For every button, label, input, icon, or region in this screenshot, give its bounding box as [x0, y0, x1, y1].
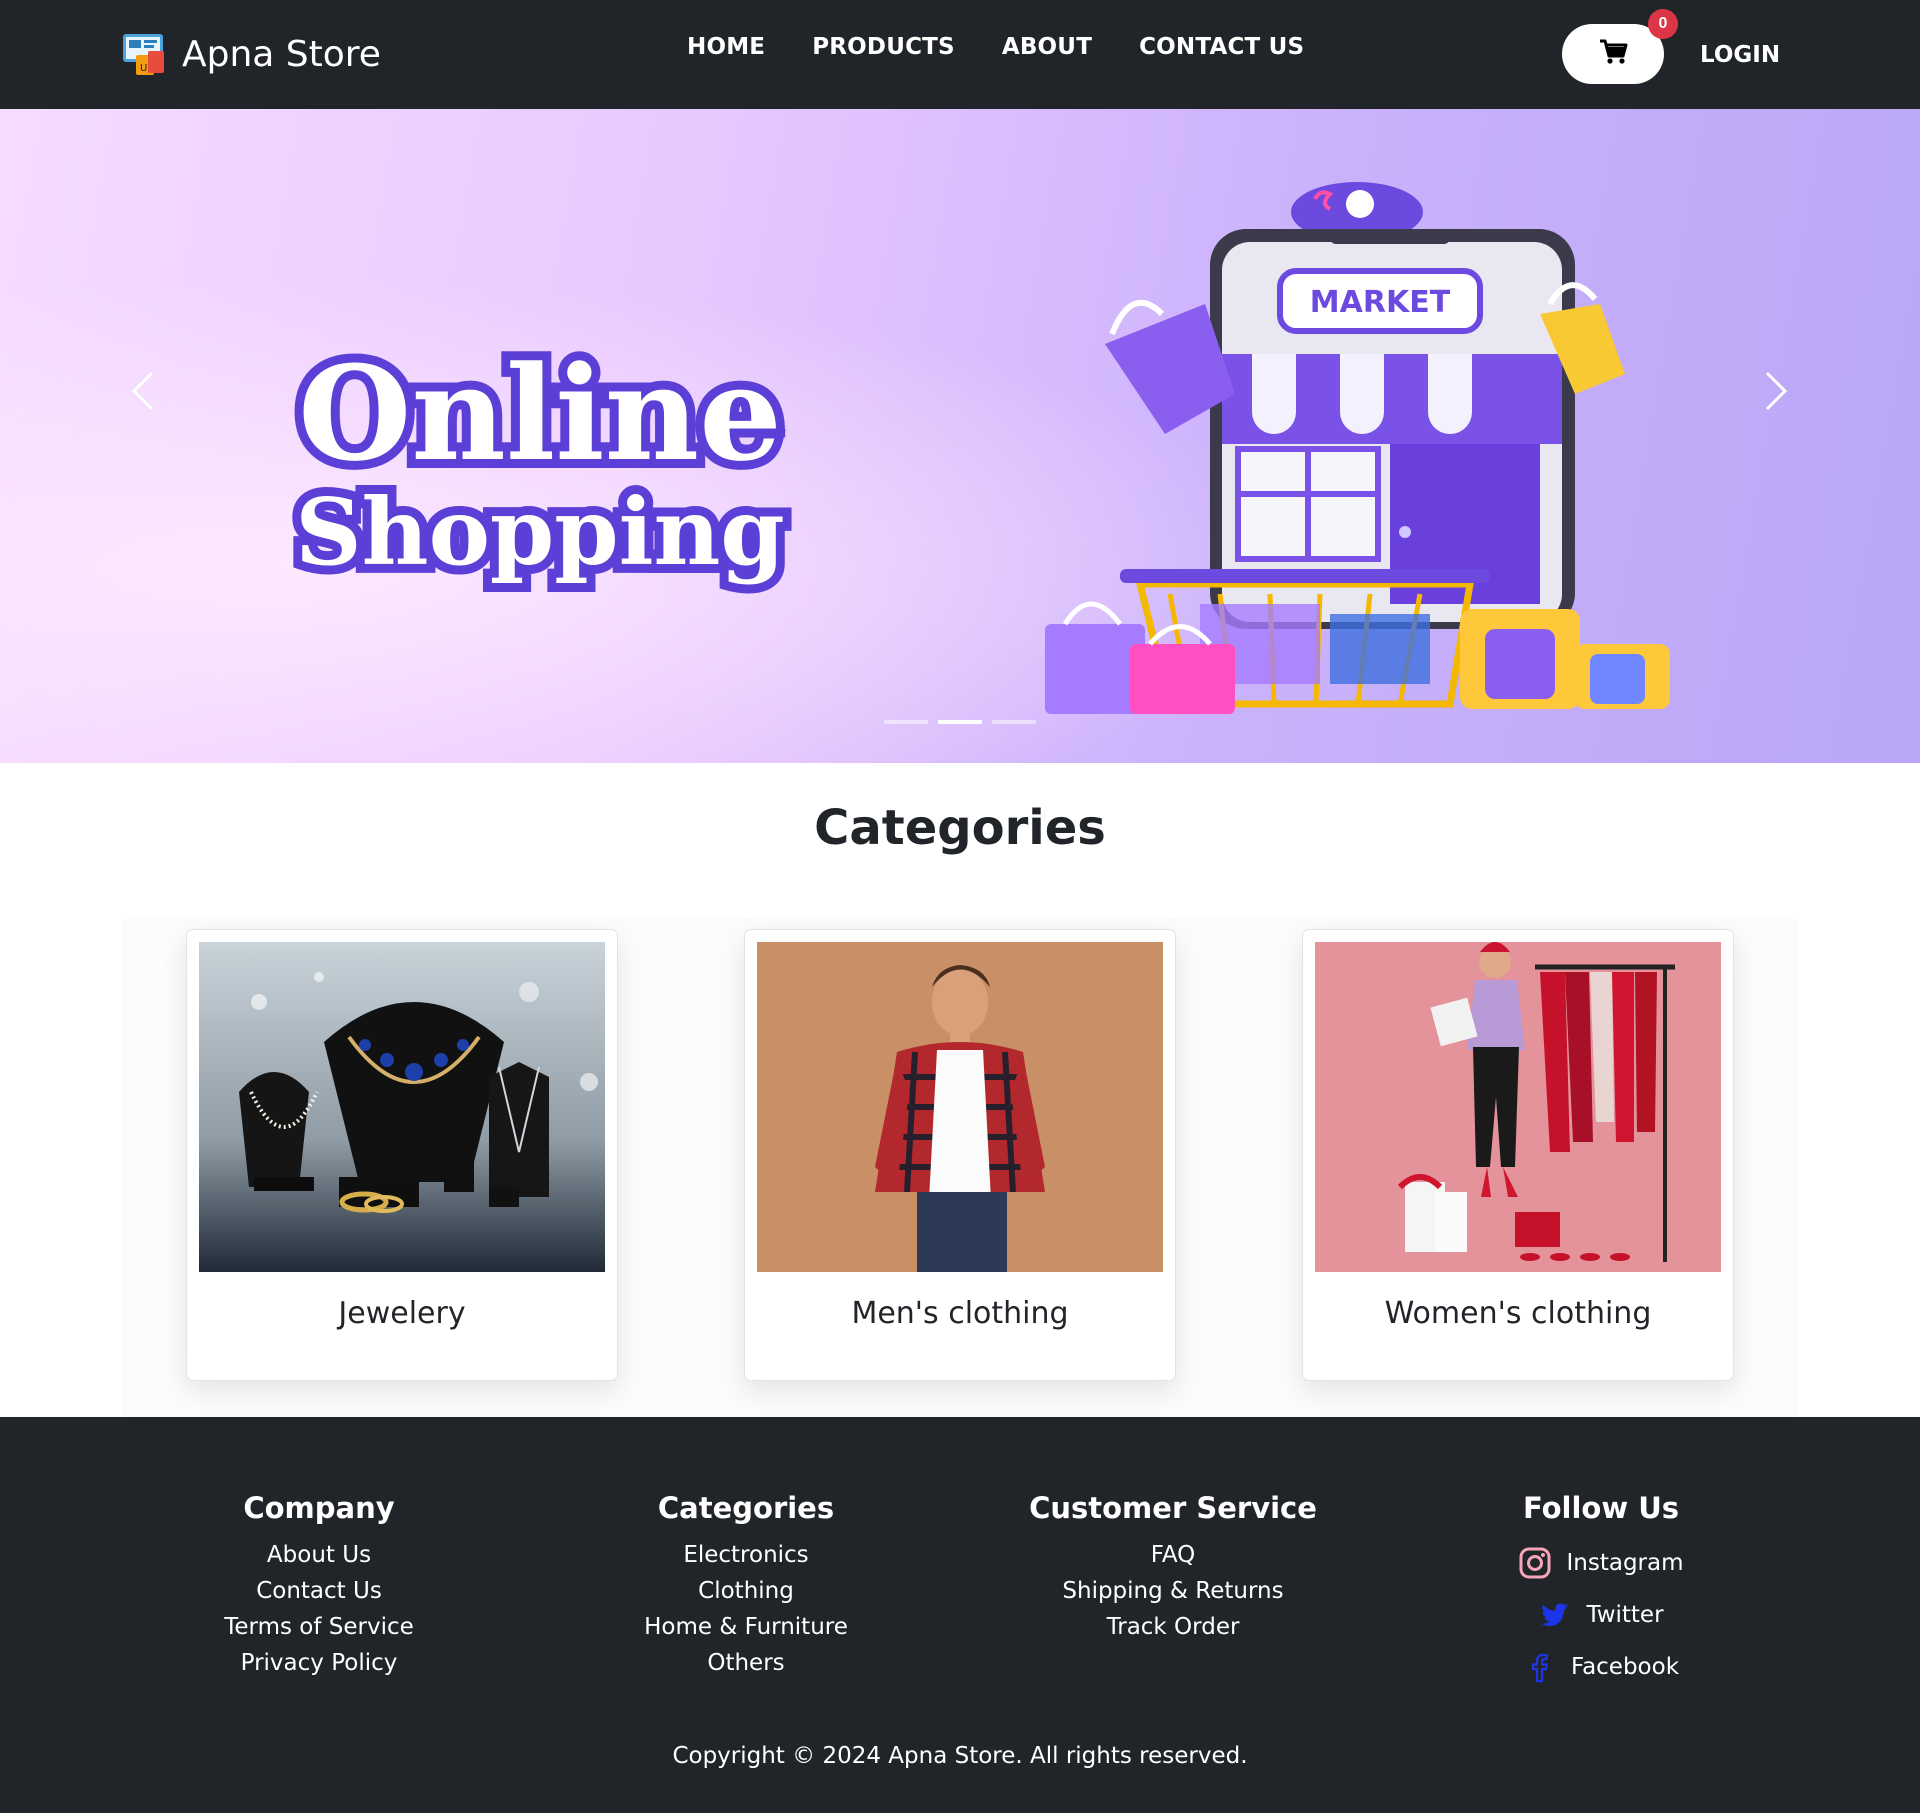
navbar: U Apna Store HOME PRODUCTS ABOUT CONTACT… [0, 0, 1920, 109]
footer-link-home-furniture[interactable]: Home & Furniture [556, 1609, 936, 1645]
social-link-instagram[interactable]: Instagram [1411, 1537, 1791, 1589]
footer-link-terms[interactable]: Terms of Service [129, 1609, 509, 1645]
hero-title-art: Online Shopping [286, 328, 794, 595]
footer-link-electronics[interactable]: Electronics [556, 1537, 936, 1573]
cart-count-badge: 0 [1648, 9, 1678, 39]
category-card-mens-clothing[interactable]: Men's clothing [744, 929, 1176, 1381]
nav-about[interactable]: ABOUT [1002, 34, 1092, 60]
footer-link-contact-us[interactable]: Contact Us [129, 1573, 509, 1609]
chevron-left-icon [131, 371, 154, 411]
footer-link-shipping-returns[interactable]: Shipping & Returns [983, 1573, 1363, 1609]
social-label: Instagram [1566, 1550, 1684, 1576]
footer: Company About Us Contact Us Terms of Ser… [0, 1417, 1920, 1813]
carousel-next-button[interactable] [1745, 361, 1805, 421]
carousel-indicators [884, 720, 1036, 724]
footer-follow-us: Follow Us Instagram Twitter Facebook [1411, 1491, 1791, 1693]
footer-customer-service: Customer Service FAQ Shipping & Returns … [983, 1491, 1363, 1645]
footer-company-title: Company [243, 1491, 395, 1525]
footer-service-title: Customer Service [1029, 1491, 1317, 1525]
chevron-right-icon [1765, 371, 1788, 411]
category-image-womens-clothing [1315, 942, 1721, 1272]
brand-link[interactable]: U Apna Store [122, 28, 381, 80]
nav-products[interactable]: PRODUCTS [812, 34, 955, 60]
footer-link-faq[interactable]: FAQ [983, 1537, 1363, 1573]
carousel-prev-button[interactable] [114, 361, 174, 421]
hero-carousel: Online Shopping MARKET [0, 109, 1920, 763]
footer-link-track-order[interactable]: Track Order [983, 1609, 1363, 1645]
footer-categories: Categories Electronics Clothing Home & F… [556, 1491, 936, 1681]
main-nav: HOME PRODUCTS ABOUT CONTACT US [687, 34, 1351, 60]
category-image-jewelery [199, 942, 605, 1272]
footer-link-about-us[interactable]: About Us [129, 1537, 509, 1573]
category-card-jewelery[interactable]: Jewelery [186, 929, 618, 1381]
copyright-text: Copyright © 2024 Apna Store. All rights … [672, 1743, 1248, 1769]
footer-link-others[interactable]: Others [556, 1645, 936, 1681]
nav-contact-us[interactable]: CONTACT US [1139, 34, 1304, 60]
twitter-icon [1541, 1603, 1570, 1627]
cart-icon [1597, 36, 1629, 73]
social-link-twitter[interactable]: Twitter [1411, 1589, 1791, 1641]
footer-company: Company About Us Contact Us Terms of Ser… [129, 1491, 509, 1681]
footer-link-privacy[interactable]: Privacy Policy [129, 1645, 509, 1681]
footer-link-clothing[interactable]: Clothing [556, 1573, 936, 1609]
brand-name: Apna Store [182, 33, 381, 75]
hero-title-line1: Online [298, 337, 782, 490]
market-illustration: MARKET [1045, 182, 1670, 714]
categories-heading: Categories [814, 800, 1106, 856]
category-label: Men's clothing [851, 1296, 1069, 1331]
instagram-icon [1519, 1547, 1551, 1579]
footer-categories-title: Categories [657, 1491, 835, 1525]
category-card-womens-clothing[interactable]: Women's clothing [1302, 929, 1734, 1381]
social-link-facebook[interactable]: Facebook [1411, 1641, 1791, 1693]
footer-follow-title: Follow Us [1522, 1491, 1680, 1525]
login-link[interactable]: LOGIN [1700, 42, 1780, 68]
category-label: Jewelery [338, 1296, 466, 1331]
category-label: Women's clothing [1384, 1296, 1652, 1331]
nav-home[interactable]: HOME [687, 34, 765, 60]
category-image-mens-clothing [757, 942, 1163, 1272]
cart-button[interactable] [1562, 24, 1664, 84]
hero-title-line2: Shopping [295, 478, 785, 586]
carousel-indicator-1[interactable] [884, 720, 928, 724]
social-label: Facebook [1570, 1654, 1680, 1680]
store-logo-icon: U [122, 31, 168, 77]
social-label: Twitter [1586, 1602, 1664, 1628]
svg-text:U: U [140, 63, 147, 74]
market-sign-text: MARKET [1310, 285, 1451, 320]
facebook-icon [1531, 1653, 1548, 1683]
carousel-indicator-2[interactable] [938, 720, 982, 724]
carousel-indicator-3[interactable] [992, 720, 1036, 724]
